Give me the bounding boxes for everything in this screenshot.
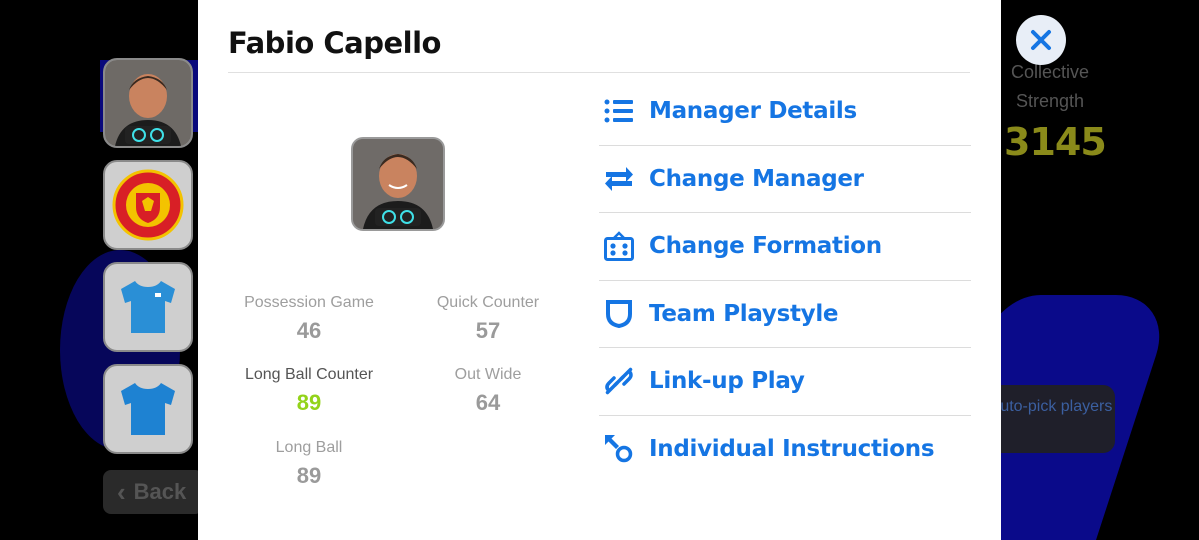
manager-menu: Manager Details Change Manager Change Fo… [599,78,971,483]
stat-quick-counter: Quick Counter 57 [408,294,568,344]
shirt-icon [121,281,175,333]
stat-long-ball-counter: Long Ball Counter 89 [229,366,389,416]
menu-item-label: Manager Details [649,98,857,125]
stat-long-ball: Long Ball 89 [229,439,389,489]
stat-label: Possession Game [244,294,374,311]
menu-item-label: Link-up Play [649,368,805,395]
stat-value: 89 [296,463,322,488]
close-button[interactable] [1016,15,1066,65]
shirt-icon [121,383,175,435]
swap-arrows-icon [603,163,635,195]
collective-strength-value: 3145 [1004,120,1107,164]
menu-item-manager-details[interactable]: Manager Details [599,78,971,146]
menu-item-change-formation[interactable]: Change Formation [599,213,971,281]
manager-modal: Fabio Capello Possession Game 46 Quick C… [198,0,1001,540]
stat-label: Long Ball [275,439,343,456]
shield-icon [603,298,635,330]
link-icon [603,365,635,397]
menu-item-label: Change Manager [649,165,864,192]
instruction-arrow-icon [603,433,635,465]
manager-name: Fabio Capello [228,26,441,60]
chevron-left-icon: ‹ [117,476,126,507]
manager-tile[interactable] [103,58,193,148]
formation-board-icon [603,230,635,262]
list-icon [603,95,635,127]
back-button[interactable]: ‹ Back [103,470,203,514]
manager-photo [353,139,443,229]
menu-item-link-up-play[interactable]: Link-up Play [599,348,971,416]
menu-item-team-playstyle[interactable]: Team Playstyle [599,281,971,348]
menu-item-label: Team Playstyle [649,300,839,327]
stat-label: Quick Counter [436,294,540,311]
manager-portrait [351,137,445,231]
stat-label: Out Wide [454,366,522,383]
manager-thumbnail [105,60,191,146]
club-crest-icon [112,169,184,241]
stat-value: 64 [475,390,501,415]
away-kit-tile[interactable] [103,364,193,454]
stat-out-wide: Out Wide 64 [408,366,568,416]
stat-value: 89 [296,390,322,415]
stat-value: 57 [475,318,501,343]
home-kit-tile[interactable] [103,262,193,352]
divider [228,72,970,73]
collective-strength-label: Collective Strength [1010,62,1090,111]
menu-item-individual-instructions[interactable]: Individual Instructions [599,416,971,484]
close-icon [1031,30,1051,50]
auto-pick-button[interactable]: Auto-pick players [987,385,1115,453]
stat-possession-game: Possession Game 46 [229,294,389,344]
menu-item-label: Individual Instructions [649,436,935,463]
menu-item-label: Change Formation [649,233,882,260]
stat-label: Long Ball Counter [244,366,374,383]
back-label: Back [133,479,187,504]
stat-value: 46 [296,318,322,343]
menu-item-change-manager[interactable]: Change Manager [599,146,971,213]
club-tile[interactable] [103,160,193,250]
